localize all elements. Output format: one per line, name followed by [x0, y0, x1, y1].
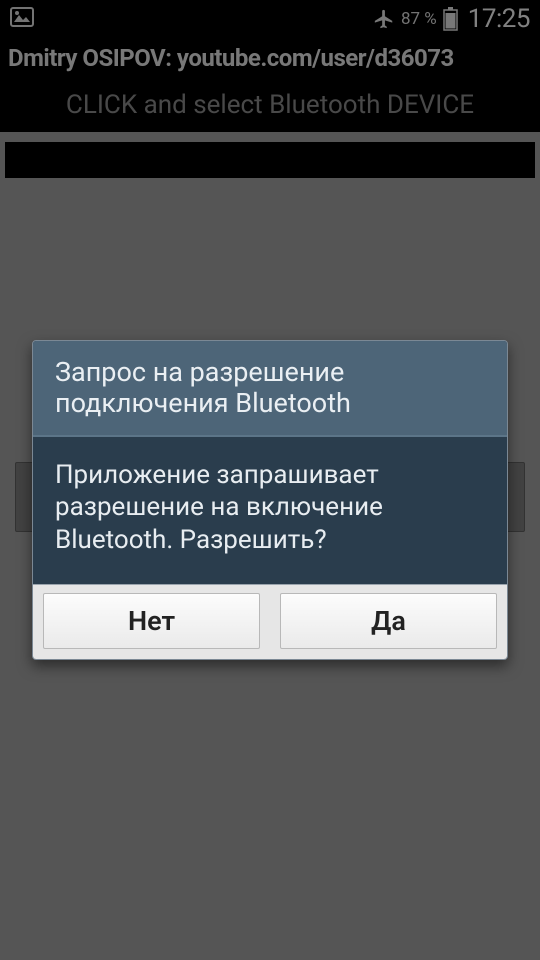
dialog-title: Запрос на разрешение подключения Bluetoo… — [55, 357, 485, 419]
dialog-no-button[interactable]: Нет — [43, 593, 260, 649]
dialog-yes-label: Да — [371, 605, 406, 637]
bluetooth-permission-dialog: Запрос на разрешение подключения Bluetoo… — [32, 340, 508, 660]
dialog-body: Приложение запрашивает разрешение на вкл… — [33, 437, 507, 584]
dialog-no-label: Нет — [128, 605, 175, 637]
dialog-message: Приложение запрашивает разрешение на вкл… — [55, 459, 485, 556]
dialog-yes-button[interactable]: Да — [280, 593, 497, 649]
dialog-header: Запрос на разрешение подключения Bluetoo… — [33, 341, 507, 437]
dialog-button-row: Нет Да — [33, 584, 507, 659]
